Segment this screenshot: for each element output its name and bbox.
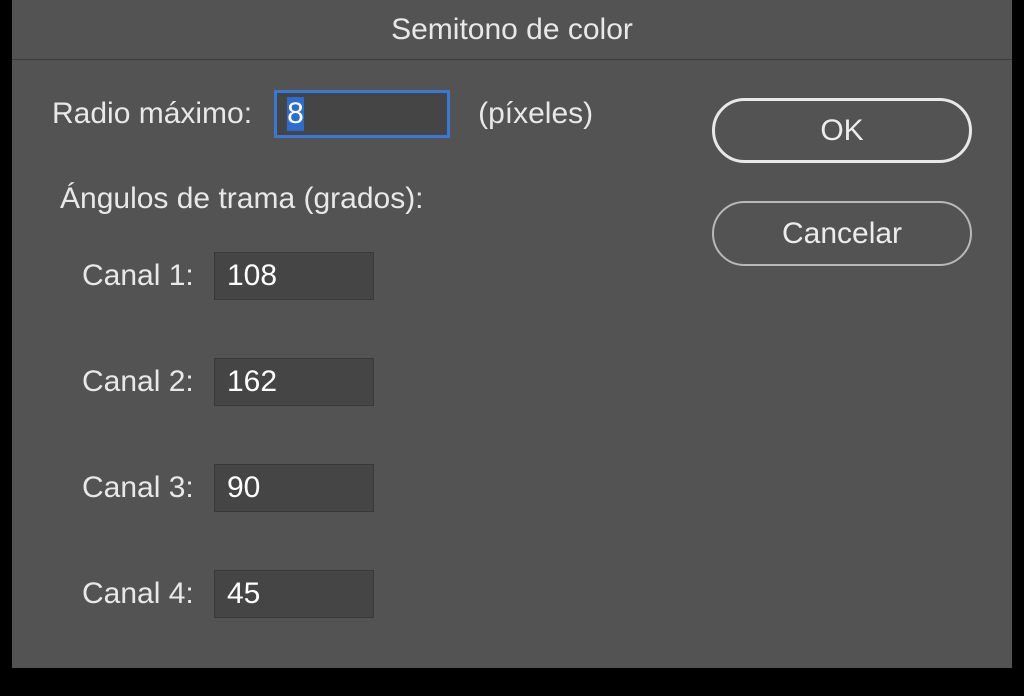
halftone-dialog: Semitono de color Radio máximo: (píxeles…: [12, 0, 1012, 668]
dialog-title: Semitono de color: [391, 13, 633, 47]
channel-4-row: Canal 4:: [52, 570, 662, 618]
dialog-content: Radio máximo: (píxeles) Ángulos de trama…: [12, 60, 1012, 696]
channel-1-input[interactable]: [214, 252, 374, 300]
channel-4-input[interactable]: [214, 570, 374, 618]
channel-2-label: Canal 2:: [82, 365, 214, 399]
channel-3-label: Canal 3:: [82, 471, 214, 505]
channel-4-label: Canal 4:: [82, 577, 214, 611]
cancel-button[interactable]: Cancelar: [712, 201, 972, 266]
settings-column: Radio máximo: (píxeles) Ángulos de trama…: [52, 90, 662, 676]
channel-1-row: Canal 1:: [52, 252, 662, 300]
buttons-column: OK Cancelar: [662, 90, 972, 676]
channel-1-label: Canal 1:: [82, 259, 214, 293]
radius-row: Radio máximo: (píxeles): [52, 90, 662, 138]
channel-3-input[interactable]: [214, 464, 374, 512]
channel-3-row: Canal 3:: [52, 464, 662, 512]
screen-angles-title: Ángulos de trama (grados):: [52, 182, 662, 216]
dialog-titlebar: Semitono de color: [12, 0, 1012, 60]
radius-label: Radio máximo:: [52, 97, 252, 131]
channel-2-row: Canal 2:: [52, 358, 662, 406]
radius-input[interactable]: [274, 90, 450, 138]
channel-2-input[interactable]: [214, 358, 374, 406]
ok-button[interactable]: OK: [712, 98, 972, 163]
radius-unit-label: (píxeles): [478, 97, 593, 131]
